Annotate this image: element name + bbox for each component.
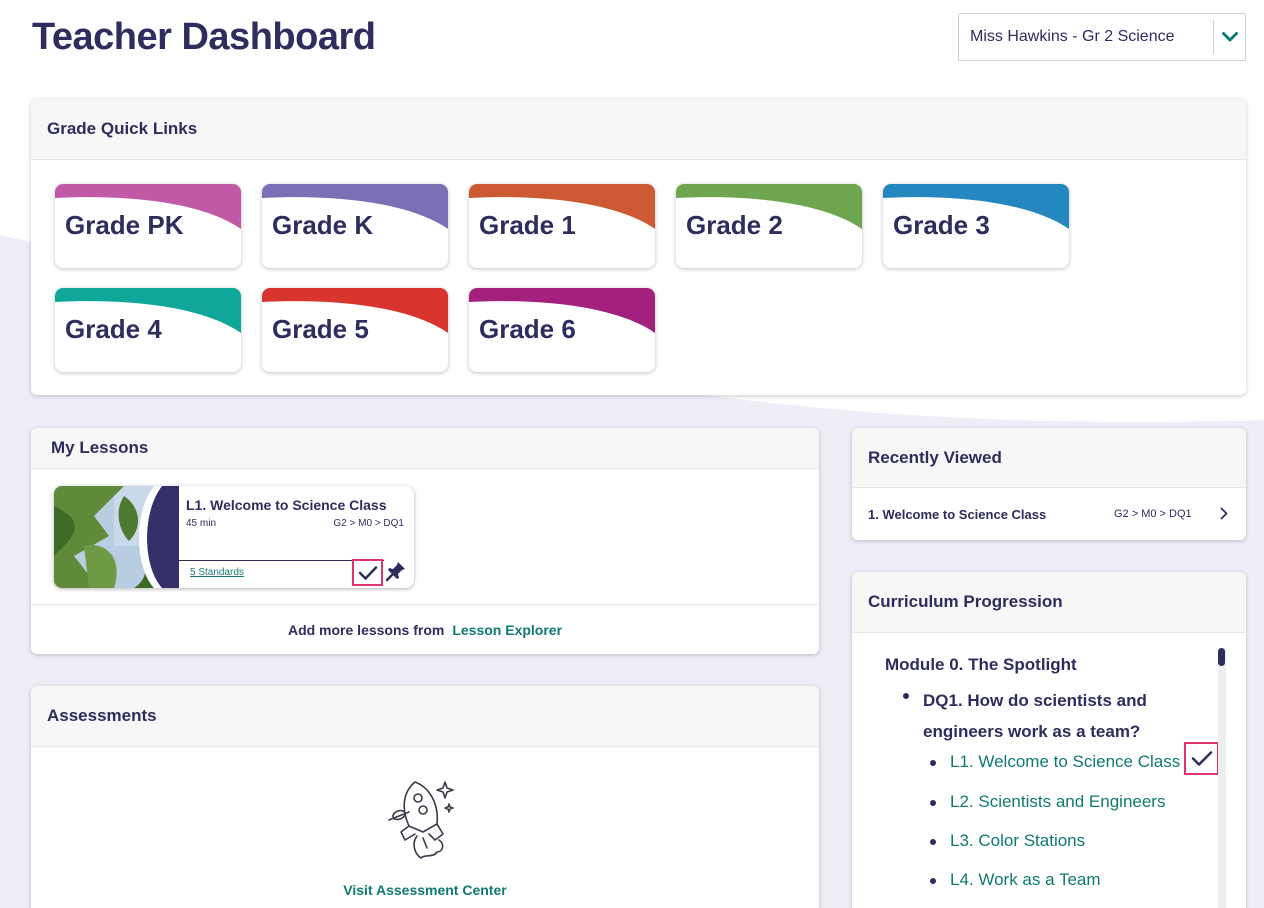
curriculum-dq-title: DQ1. How do scientists and engineers wor… [923,691,1147,741]
class-select-dropdown[interactable]: Miss Hawkins - Gr 2 Science [958,13,1246,61]
recent-item-title: 1. Welcome to Science Class [868,506,1047,522]
grade-tile-4[interactable]: Grade 4 [55,288,241,372]
grade-tile-label: Grade 5 [272,314,369,344]
pin-icon[interactable] [385,560,407,587]
curriculum-progression-panel: Curriculum Progression Module 0. The Spo… [852,572,1246,908]
checkmark-icon [1191,751,1212,766]
bullet-dot [930,760,936,766]
lessons-footer: Add more lessons from Lesson Explorer [31,604,819,654]
class-select-value: Miss Hawkins - Gr 2 Science [970,28,1175,45]
lesson-complete-check[interactable] [1184,742,1219,775]
grade-quick-links-panel: Grade Quick Links Grade PK Grade K Grade… [31,99,1246,395]
grade-tile-label: Grade 4 [65,314,162,344]
lesson-duration: 45 min [186,518,217,529]
grade-tile-6[interactable]: Grade 6 [469,288,655,372]
checkmark-icon [358,565,377,580]
grade-tile-label: Grade 2 [686,210,783,240]
curriculum-lesson-1-link[interactable]: L1. Welcome to Science Class [950,752,1180,772]
grade-tile-label: Grade 3 [893,210,990,240]
grade-tile-pk[interactable]: Grade PK [55,184,241,268]
rocket-icon [388,781,454,859]
lesson-title: L1. Welcome to Science Class [186,497,387,513]
assessments-header: Assessments [31,686,819,747]
lesson-card[interactable]: L1. Welcome to Science Class 45 min G2 >… [54,486,414,588]
my-lessons-panel: My Lessons L1. Welcome to Science Class … [31,428,819,654]
grade-tile-k[interactable]: Grade K [262,184,448,268]
teacher-dashboard: Teacher Dashboard Miss Hawkins - Gr 2 Sc… [0,0,1264,908]
recent-item-path: G2 > M0 > DQ1 [1114,508,1192,520]
bullet-dot [930,878,936,884]
grade-tile-1[interactable]: Grade 1 [469,184,655,268]
grade-quick-links-header: Grade Quick Links [31,99,1246,160]
my-lessons-header: My Lessons [31,428,819,469]
visit-assessment-center-link[interactable]: Visit Assessment Center [31,882,819,898]
lessons-footer-text: Add more lessons from [287,621,445,638]
page-title: Teacher Dashboard [32,16,376,58]
complete-check-button[interactable] [352,559,383,586]
curriculum-lesson-4-link[interactable]: L4. Work as a Team [950,870,1101,890]
bullet-dot [930,839,936,845]
recently-viewed-header: Recently Viewed [852,428,1246,488]
curriculum-module-title: Module 0. The Spotlight [885,655,1077,674]
curriculum-scrollbar-thumb[interactable] [1218,648,1225,666]
grade-tile-3[interactable]: Grade 3 [883,184,1069,268]
lesson-thumbnail-image [54,486,179,588]
grade-tile-label: Grade K [272,210,374,240]
bullet-dot [930,800,936,806]
grade-tile-label: Grade 6 [479,314,576,344]
chevron-down-icon[interactable] [1213,20,1245,54]
grade-tile-label: Grade 1 [479,210,576,240]
assessments-panel: Assessments Visit Assessment Center [31,686,819,908]
bullet-dot [903,693,909,699]
chevron-right-icon [1220,507,1228,523]
curriculum-lesson-3-link[interactable]: L3. Color Stations [950,831,1085,851]
grade-tile-5[interactable]: Grade 5 [262,288,448,372]
lesson-standards-link[interactable]: 5 Standards [190,567,244,578]
lesson-explorer-link[interactable]: Lesson Explorer [452,622,562,638]
grade-tile-label: Grade PK [65,210,184,240]
curriculum-lesson-2-link[interactable]: L2. Scientists and Engineers [950,792,1165,812]
recently-viewed-panel: Recently Viewed 1. Welcome to Science Cl… [852,428,1246,540]
curriculum-scrollbar-track[interactable] [1218,648,1226,908]
lesson-path: G2 > M0 > DQ1 [333,518,404,529]
recently-viewed-item[interactable]: 1. Welcome to Science Class G2 > M0 > DQ… [852,488,1246,540]
curriculum-progression-header: Curriculum Progression [852,572,1246,633]
grade-tile-2[interactable]: Grade 2 [676,184,862,268]
